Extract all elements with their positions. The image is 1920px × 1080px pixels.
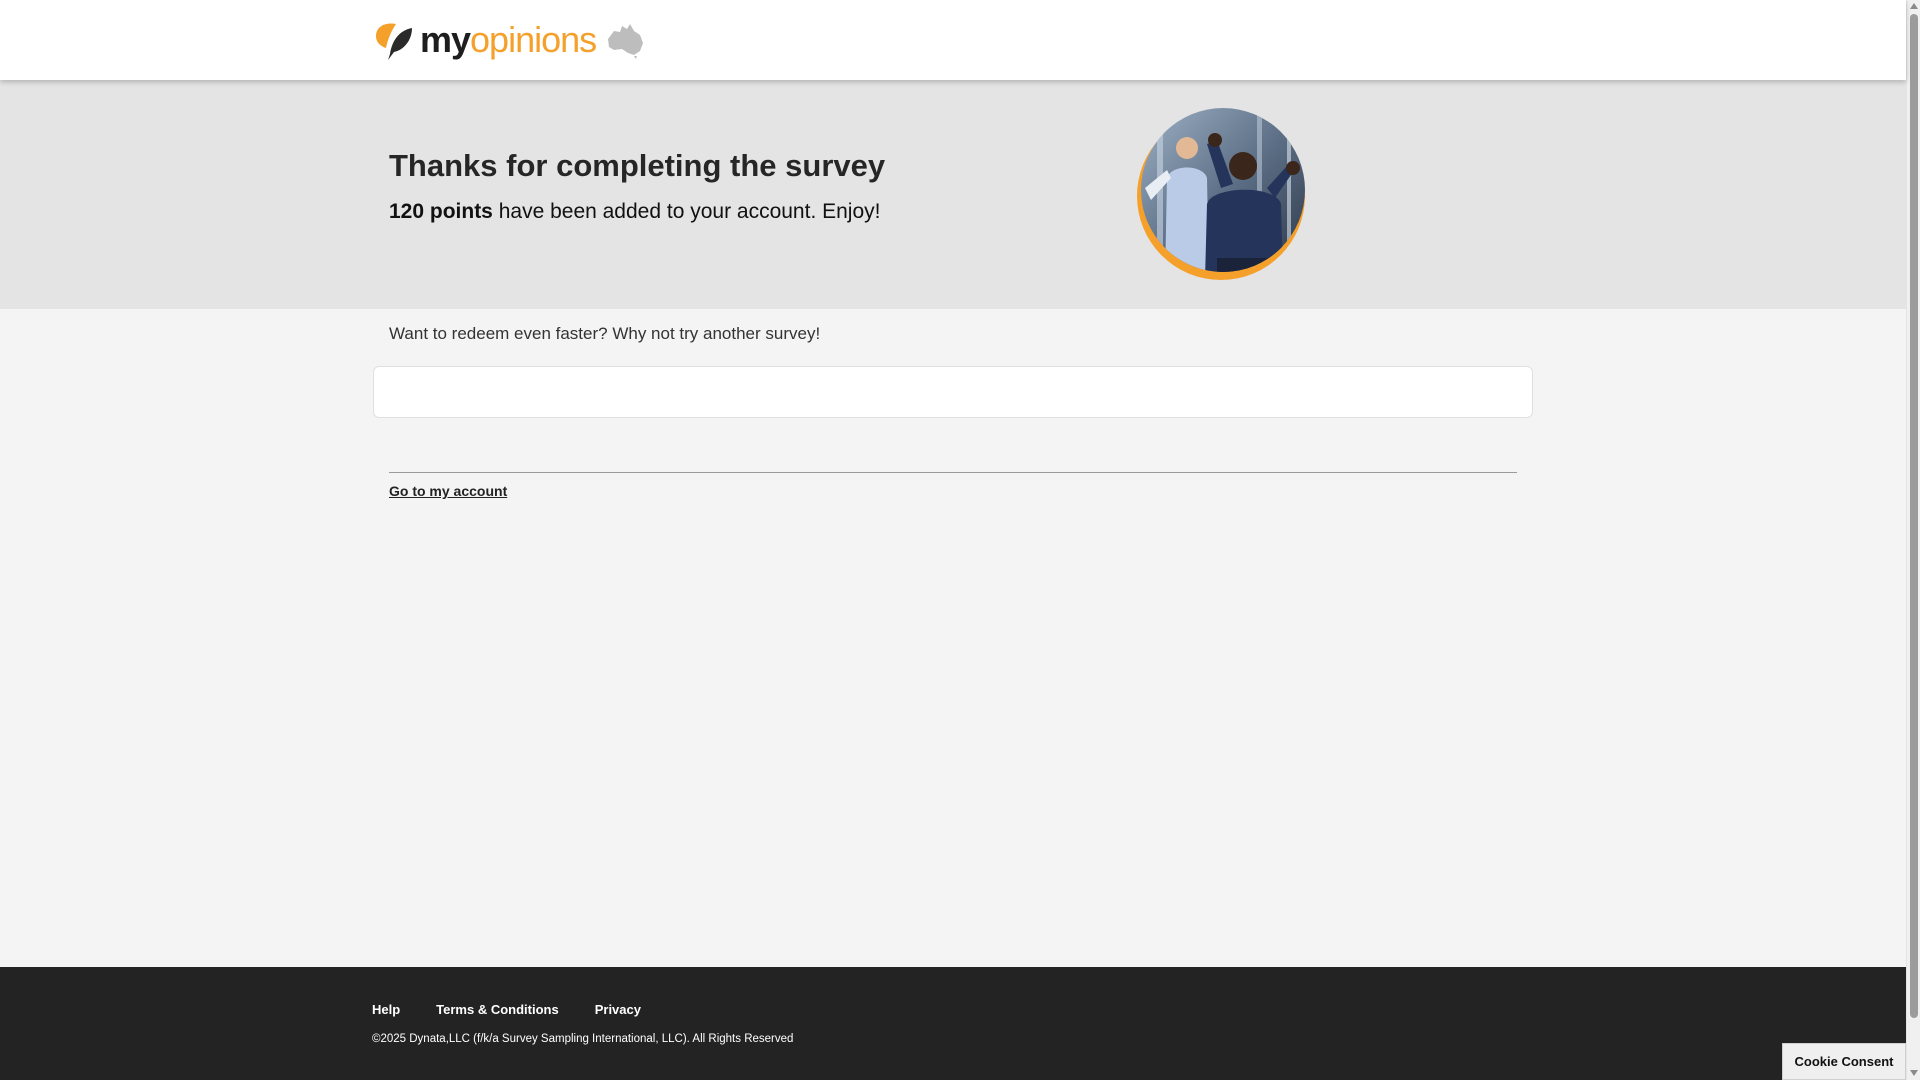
footer-link-terms[interactable]: Terms & Conditions: [436, 1002, 559, 1017]
footer-link-help[interactable]: Help: [372, 1002, 400, 1017]
completion-banner: Thanks for completing the survey 120 poi…: [0, 80, 1906, 309]
logo-word-my: my: [420, 19, 471, 60]
scrollbar-thumb[interactable]: [1910, 14, 1918, 1018]
australia-map-icon: [608, 24, 644, 59]
points-message: 120 points have been added to your accou…: [389, 200, 880, 224]
logo-wordmark: myopinions: [420, 18, 597, 62]
points-awarded: 120 points: [389, 200, 493, 223]
logo-word-opinions: opinions: [470, 19, 597, 60]
section-divider: [389, 472, 1517, 473]
copyright-text: ©2025 Dynata,LLC (f/k/a Survey Sampling …: [372, 1033, 794, 1045]
page-title: Thanks for completing the survey: [389, 148, 886, 183]
site-logo[interactable]: myopinions: [372, 18, 646, 62]
scroll-up-arrow-icon[interactable]: [1910, 3, 1918, 9]
survey-suggestion-panel: [373, 366, 1533, 418]
cookie-consent-button[interactable]: Cookie Consent: [1782, 1043, 1906, 1080]
go-to-account-link[interactable]: Go to my account: [389, 483, 507, 499]
footer-links: Help Terms & Conditions Privacy: [372, 1002, 677, 1017]
vertical-scrollbar[interactable]: [1906, 0, 1920, 1080]
site-header: myopinions: [0, 0, 1906, 80]
celebrating-people-photo: [1137, 108, 1305, 280]
myopinions-leaf-logo-icon: [376, 23, 412, 60]
points-message-text: have been added to your account. Enjoy!: [492, 200, 881, 223]
site-footer: Help Terms & Conditions Privacy ©2025 Dy…: [0, 967, 1906, 1080]
footer-link-privacy[interactable]: Privacy: [595, 1002, 641, 1017]
promo-text: Want to redeem even faster? Why not try …: [389, 324, 821, 343]
scroll-down-arrow-icon[interactable]: [1910, 1070, 1918, 1076]
